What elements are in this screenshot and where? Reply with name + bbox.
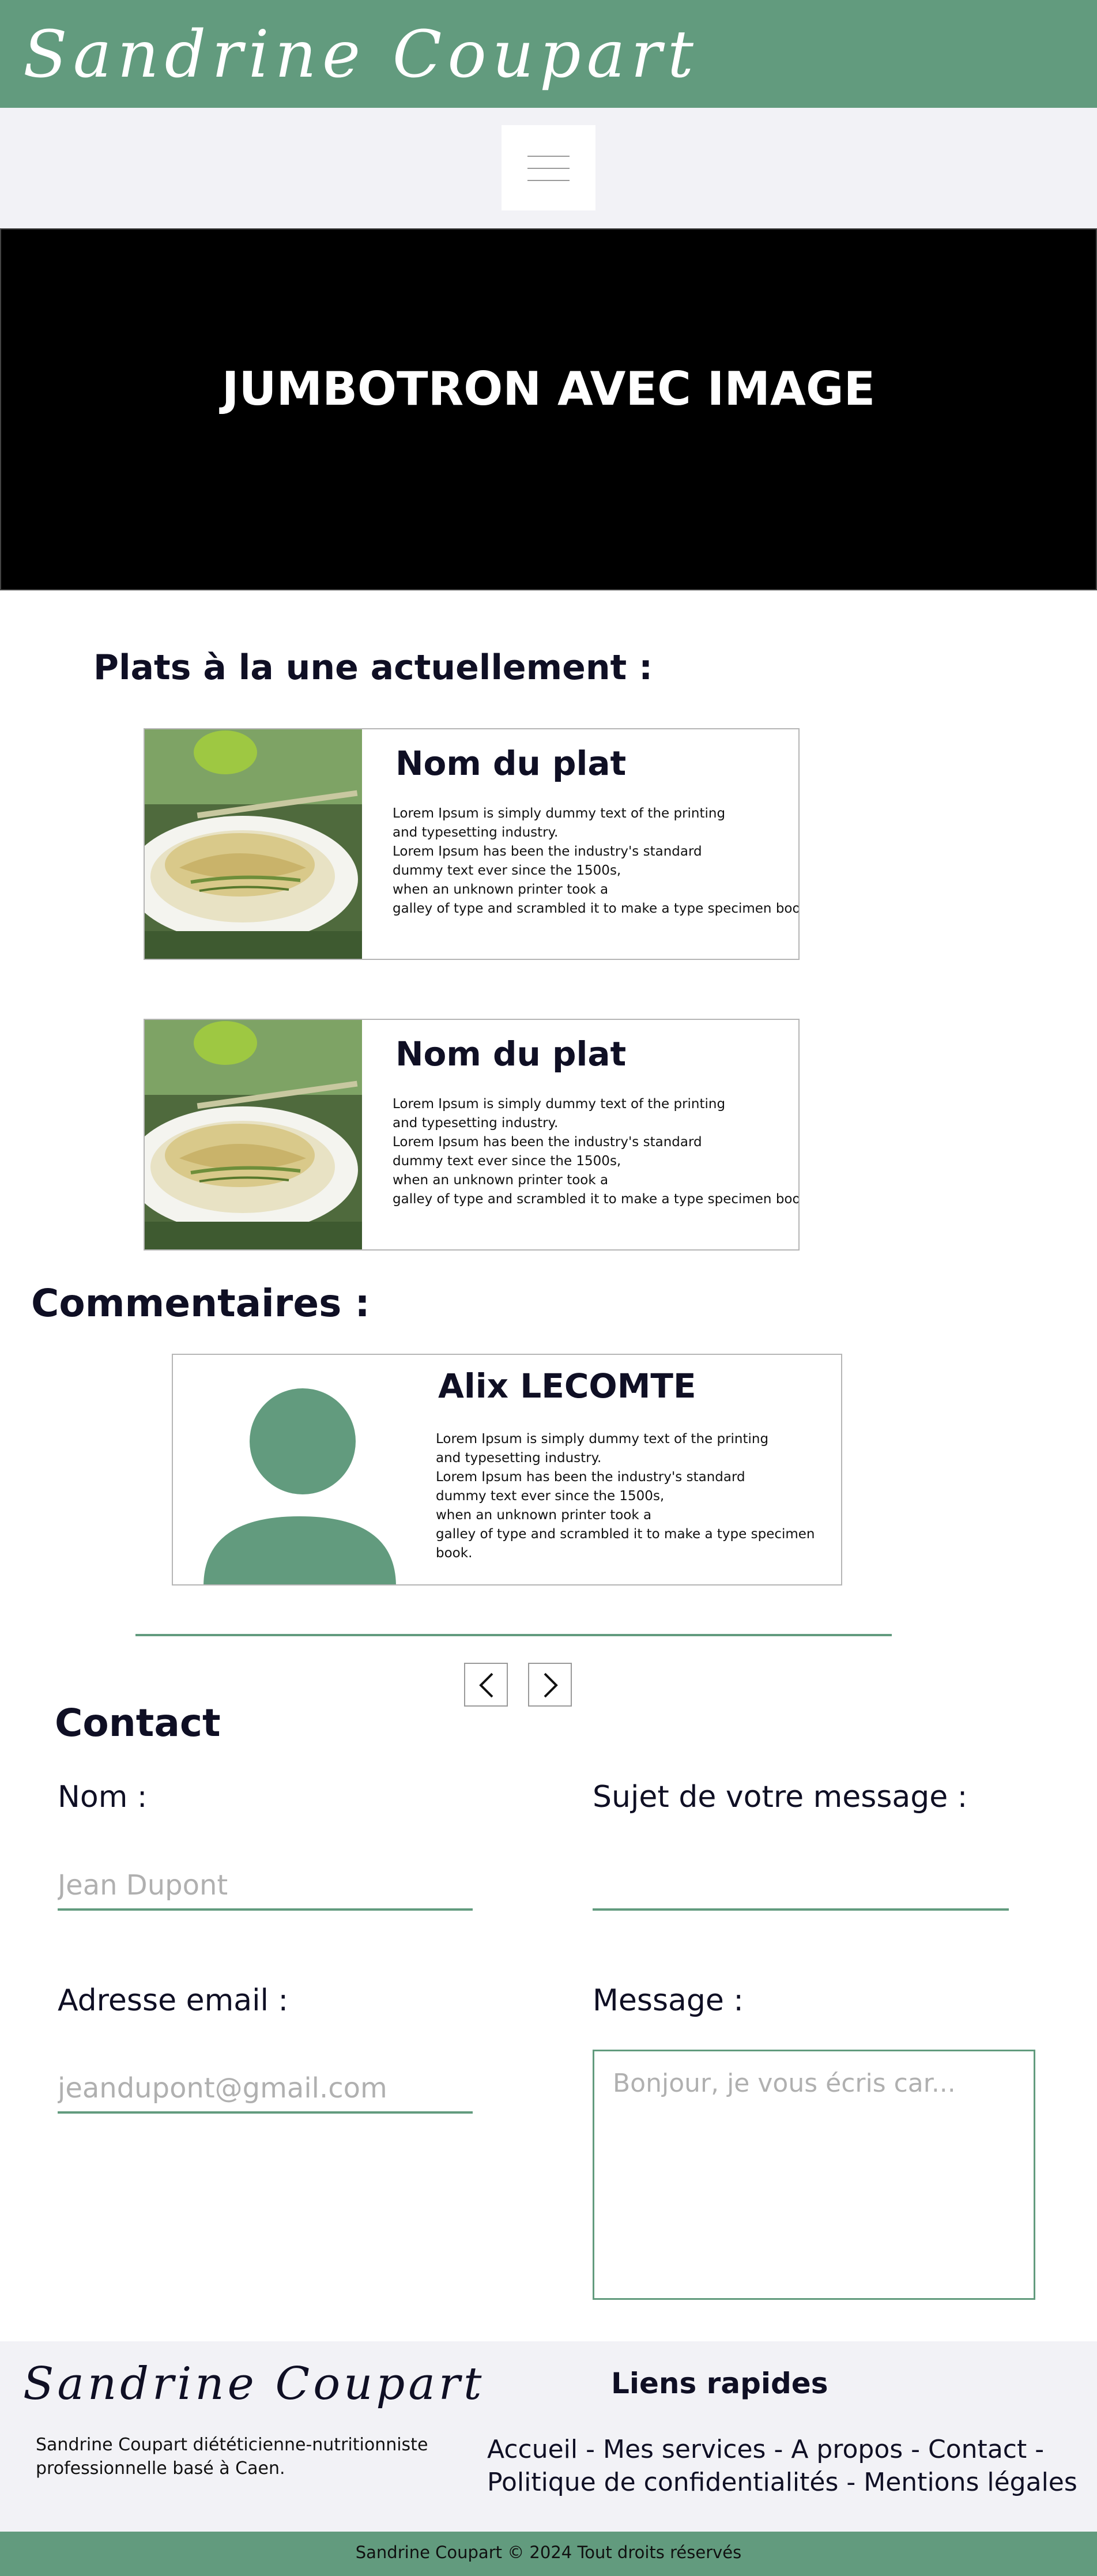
dish-description: Lorem Ipsum is simply dummy text of the … (393, 1097, 798, 1207)
subject-label: Sujet de votre message : (593, 1780, 968, 1814)
footer-description: Sandrine Coupart diététicienne-nutrition… (36, 2435, 428, 2479)
dish-image (145, 1020, 362, 1249)
featured-dishes-title: Plats à la une actuellement : (93, 647, 653, 688)
email-field[interactable] (58, 2065, 473, 2114)
footer-link-a-propos[interactable]: A propos (791, 2435, 903, 2464)
quick-links-title: Liens rapides (611, 2367, 828, 2400)
copyright-text: Sandrine Coupart © 2024 Tout droits rése… (355, 2543, 742, 2562)
user-avatar-icon (202, 1387, 398, 1584)
comments-title: Commentaires : (31, 1281, 370, 1325)
dish-name: Nom du plat (395, 1034, 627, 1074)
comment-card: Alix LECOMTE Lorem Ipsum is simply dummy… (172, 1354, 842, 1585)
comment-author: Alix LECOMTE (438, 1366, 696, 1406)
comments-divider (135, 1634, 892, 1636)
name-label: Nom : (58, 1780, 148, 1814)
dish-description: Lorem Ipsum is simply dummy text of the … (393, 806, 798, 916)
dish-card[interactable]: Nom du plat Lorem Ipsum is simply dummy … (144, 1019, 800, 1251)
quick-links: Accueil - Mes services - A propos - Cont… (487, 2435, 1077, 2497)
footer-link-accueil[interactable]: Accueil (487, 2435, 578, 2464)
contact-title: Contact (55, 1701, 221, 1745)
site-brand[interactable]: Sandrine Coupart (23, 12, 699, 98)
dish-image (145, 729, 362, 959)
dish-card[interactable]: Nom du plat Lorem Ipsum is simply dummy … (144, 728, 800, 960)
previous-comment-button[interactable] (464, 1663, 508, 1707)
message-field[interactable] (593, 2050, 1035, 2300)
footer-link-contact[interactable]: Contact (928, 2435, 1027, 2464)
footer-link-politique[interactable]: Politique de confidentialités (487, 2468, 838, 2497)
hamburger-menu-button[interactable] (502, 125, 595, 210)
jumbotron-title: JUMBOTRON AVEC IMAGE (221, 362, 876, 416)
footer-brand: Sandrine Coupart (23, 2358, 485, 2410)
footer-link-mentions[interactable]: Mentions légales (864, 2468, 1077, 2497)
next-comment-button[interactable] (528, 1663, 572, 1707)
comment-text: Lorem Ipsum is simply dummy text of the … (436, 1432, 815, 1561)
message-label: Message : (593, 1983, 744, 2018)
subject-field[interactable] (593, 1862, 1009, 1911)
email-label: Adresse email : (58, 1983, 289, 2018)
footer-link-services[interactable]: Mes services (603, 2435, 766, 2464)
dish-name: Nom du plat (395, 744, 627, 783)
name-field[interactable] (58, 1862, 473, 1911)
